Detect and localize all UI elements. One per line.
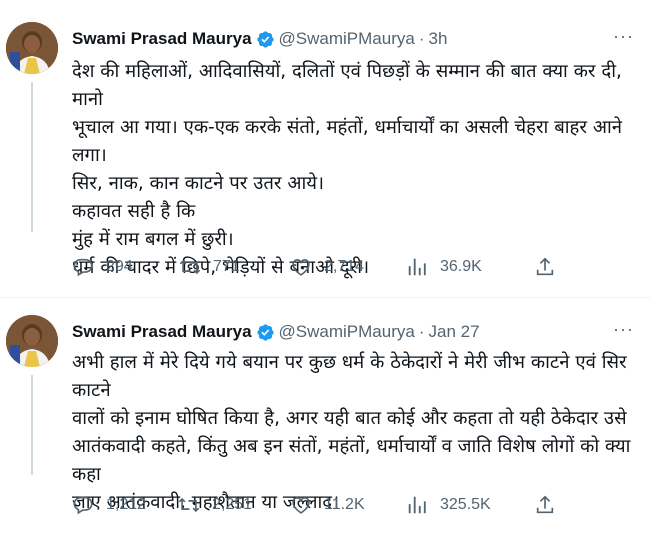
like-icon: [292, 259, 310, 276]
tweet-actions: 294 771 2,714 36.9K: [72, 252, 632, 282]
verified-badge-icon: [256, 30, 274, 48]
tweet-timestamp[interactable]: Jan 27: [429, 322, 480, 342]
tweet-text-line: आतंकवादी कहते, किंतु अब इन संतों, महंतों…: [72, 436, 631, 485]
separator: ·: [418, 322, 425, 341]
like-button[interactable]: 11.2K: [290, 490, 365, 520]
retweet-count: 2,251: [212, 496, 253, 513]
tweet-text-line: देश की महिलाओं, आदिवासियों, दलितों एवं प…: [72, 61, 622, 110]
tweet-text-line: मुंह में राम बगल में छुरी।: [72, 229, 234, 250]
share-icon: [536, 257, 554, 276]
tweet[interactable]: Swami Prasad Maurya @SwamiPMaurya · 3h ·…: [0, 0, 650, 298]
views-icon: [408, 258, 426, 276]
author-handle[interactable]: @SwamiPMaurya: [279, 29, 415, 49]
views-button[interactable]: 325.5K: [406, 490, 491, 520]
tweet-text-line: वालों को इनाम घोषित किया है, अगर यही बात…: [72, 408, 627, 429]
retweet-icon: [179, 259, 201, 275]
share-button[interactable]: [534, 490, 556, 520]
tweet-text-line: अभी हाल में मेरे दिये गये बयान पर कुछ धर…: [72, 352, 627, 401]
verified-badge-icon: [256, 323, 274, 341]
like-icon: [292, 497, 310, 514]
retweet-button[interactable]: 2,251: [178, 490, 252, 520]
share-icon: [536, 495, 554, 514]
author-name[interactable]: Swami Prasad Maurya: [72, 29, 252, 49]
like-button[interactable]: 2,714: [290, 252, 364, 282]
tweet-actions: 1,212 2,251 11.2K 325.5K: [72, 490, 632, 520]
tweet-text-line: भूचाल आ गया। एक-एक करके संतो, महंतों, धर…: [72, 117, 622, 166]
tweet-text-line: कहावत सही है कि: [72, 201, 196, 222]
author-handle[interactable]: @SwamiPMaurya: [279, 322, 415, 342]
tweet-text: देश की महिलाओं, आदिवासियों, दलितों एवं प…: [72, 58, 644, 282]
reply-count: 1,212: [106, 496, 147, 513]
avatar[interactable]: [6, 315, 58, 367]
avatar[interactable]: [6, 22, 58, 74]
tweet-header: Swami Prasad Maurya @SwamiPMaurya · Jan …: [72, 319, 640, 345]
views-count: 325.5K: [440, 496, 491, 513]
reply-icon: [73, 258, 93, 277]
thread-line: [31, 375, 33, 475]
reply-count: 294: [106, 258, 133, 275]
thread-line: [31, 82, 33, 232]
share-button[interactable]: [534, 252, 556, 282]
retweet-button[interactable]: 771: [179, 252, 240, 282]
more-icon[interactable]: ···: [613, 26, 634, 47]
reply-button[interactable]: 1,212: [72, 490, 146, 520]
like-count: 11.2K: [324, 496, 365, 513]
tweet[interactable]: Swami Prasad Maurya @SwamiPMaurya · Jan …: [0, 298, 650, 540]
retweet-count: 771: [213, 258, 240, 275]
more-icon[interactable]: ···: [613, 319, 634, 340]
separator: ·: [418, 29, 425, 48]
views-count: 36.9K: [440, 258, 482, 275]
author-name[interactable]: Swami Prasad Maurya: [72, 322, 252, 342]
tweet-timestamp[interactable]: 3h: [429, 29, 448, 49]
views-icon: [408, 496, 426, 514]
tweet-header: Swami Prasad Maurya @SwamiPMaurya · 3h ·…: [72, 26, 640, 52]
reply-icon: [73, 496, 93, 515]
retweet-icon: [178, 497, 200, 513]
reply-button[interactable]: 294: [72, 252, 133, 282]
views-button[interactable]: 36.9K: [406, 252, 482, 282]
tweet-text-line: सिर, नाक, कान काटने पर उतर आये।: [72, 173, 325, 194]
like-count: 2,714: [324, 258, 365, 275]
